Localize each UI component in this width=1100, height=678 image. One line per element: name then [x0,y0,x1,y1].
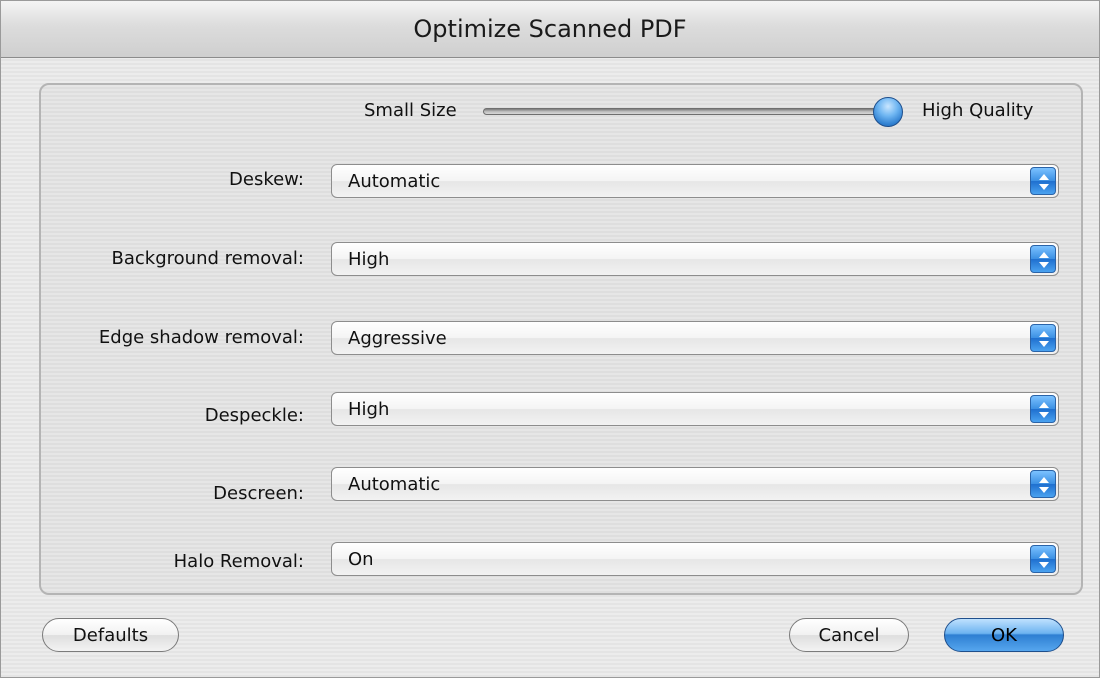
descreen-value: Automatic [348,474,441,495]
halo-removal-popup[interactable]: On [331,542,1059,576]
edge-shadow-removal-value: Aggressive [348,328,447,349]
halo-removal-value: On [348,549,374,570]
deskew-label: Deskew: [229,169,304,190]
slider-min-label: Small Size [364,100,457,121]
popup-arrows-icon [1030,245,1056,273]
optimize-scanned-pdf-dialog: Optimize Scanned PDF Small Size High Qua… [0,0,1100,678]
quality-slider-thumb[interactable] [873,97,903,127]
descreen-label: Descreen: [213,483,304,504]
despeckle-label: Despeckle: [204,405,304,426]
background-removal-value: High [348,249,390,270]
despeckle-popup[interactable]: High [331,392,1059,426]
halo-removal-label: Halo Removal: [173,551,304,572]
title-bar: Optimize Scanned PDF [1,1,1099,58]
background-removal-popup[interactable]: High [331,242,1059,276]
window-title: Optimize Scanned PDF [413,15,687,43]
popup-arrows-icon [1030,324,1056,352]
background-removal-label: Background removal: [111,248,304,269]
popup-arrows-icon [1030,545,1056,573]
popup-arrows-icon [1030,470,1056,498]
edge-shadow-removal-popup[interactable]: Aggressive [331,321,1059,355]
popup-arrows-icon [1030,395,1056,423]
slider-max-label: High Quality [922,100,1034,121]
cancel-button[interactable]: Cancel [789,618,909,652]
deskew-value: Automatic [348,171,441,192]
edge-shadow-removal-label: Edge shadow removal: [98,327,304,348]
despeckle-value: High [348,399,390,420]
defaults-button[interactable]: Defaults [42,618,179,652]
deskew-popup[interactable]: Automatic [331,164,1059,198]
descreen-popup[interactable]: Automatic [331,467,1059,501]
quality-slider-track[interactable] [483,108,883,115]
popup-arrows-icon [1030,167,1056,195]
ok-button[interactable]: OK [944,618,1064,652]
